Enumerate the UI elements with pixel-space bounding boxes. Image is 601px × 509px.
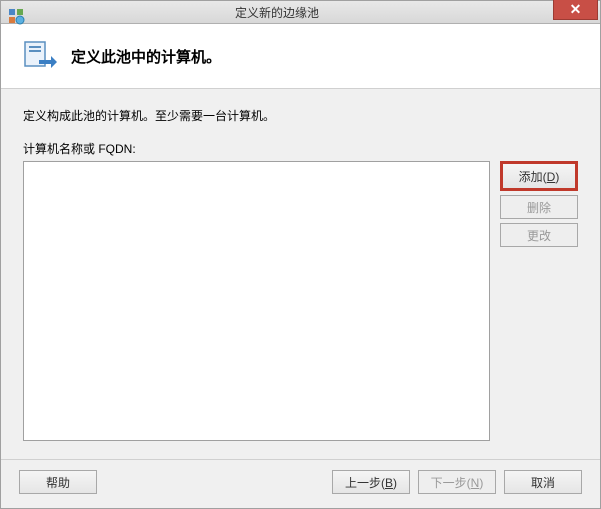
list-row: 添加(D) 删除 更改	[23, 161, 578, 441]
computer-listbox[interactable]	[23, 161, 490, 441]
cancel-button[interactable]: 取消	[504, 470, 582, 494]
titlebar: 定义新的边缘池 ✕	[1, 1, 600, 24]
header: 定义此池中的计算机。	[1, 24, 600, 89]
app-icon	[7, 7, 25, 25]
page-title: 定义此池中的计算机。	[71, 46, 221, 67]
help-button[interactable]: 帮助	[19, 470, 97, 494]
close-button[interactable]: ✕	[553, 0, 598, 20]
wizard-icon	[21, 38, 57, 74]
footer-left: 帮助	[19, 470, 97, 494]
footer: 帮助 上一步(B) 下一步(N) 取消	[1, 459, 600, 508]
modify-button: 更改	[500, 223, 578, 247]
close-icon: ✕	[570, 1, 582, 18]
dialog-window: 定义新的边缘池 ✕ 定义此池中的计算机。 定义构成此池的计算机。至少需要一台计算…	[0, 0, 601, 509]
next-button: 下一步(N)	[418, 470, 496, 494]
instruction-text: 定义构成此池的计算机。至少需要一台计算机。	[23, 107, 578, 124]
add-button[interactable]: 添加(D)	[500, 161, 578, 191]
window-title: 定义新的边缘池	[1, 4, 553, 21]
side-buttons: 添加(D) 删除 更改	[500, 161, 578, 441]
listbox-label: 计算机名称或 FQDN:	[23, 140, 578, 157]
back-button[interactable]: 上一步(B)	[332, 470, 410, 494]
remove-button: 删除	[500, 195, 578, 219]
footer-right: 上一步(B) 下一步(N) 取消	[332, 470, 582, 494]
content-area: 定义构成此池的计算机。至少需要一台计算机。 计算机名称或 FQDN: 添加(D)…	[1, 89, 600, 459]
